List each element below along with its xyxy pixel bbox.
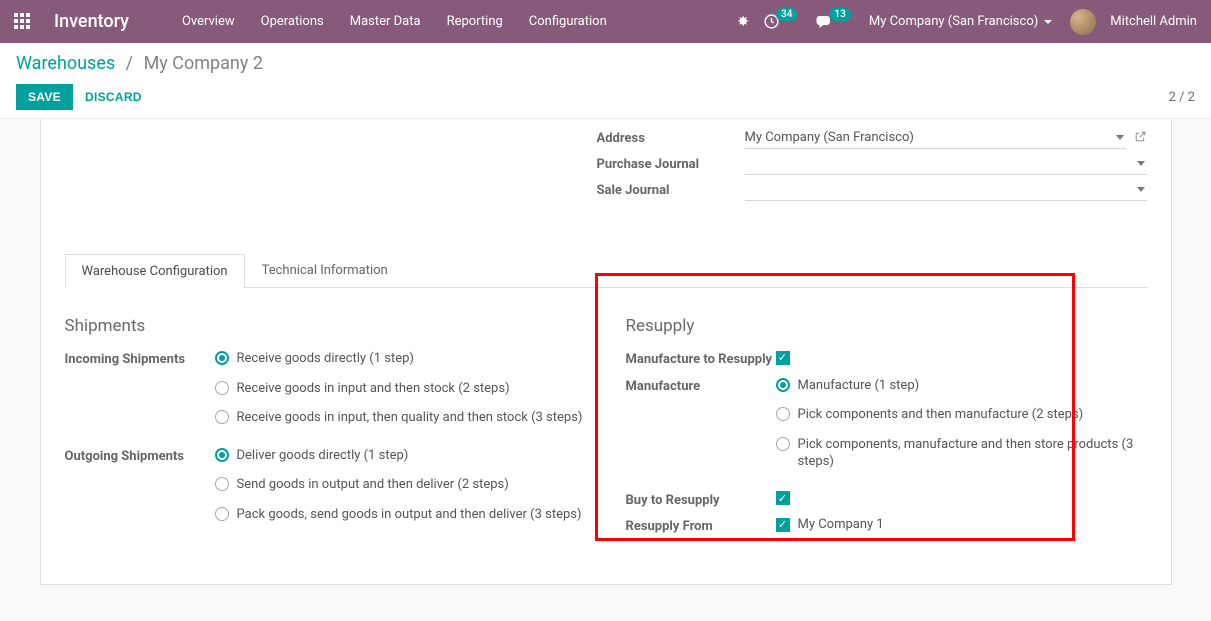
tab-warehouse-config[interactable]: Warehouse Configuration [65,254,245,288]
menu-configuration[interactable]: Configuration [516,14,620,29]
resupply-title: Resupply [626,316,1147,336]
top-nav: Inventory Overview Operations Master Dat… [0,0,1211,43]
avatar[interactable] [1070,9,1096,35]
purchase-journal-field[interactable] [745,153,1147,175]
menu-reporting[interactable]: Reporting [434,14,516,29]
activities-button[interactable]: 34 [763,13,801,30]
pager[interactable]: 2 / 2 [1169,90,1195,105]
outgoing-opt-1[interactable]: Deliver goods directly (1 step) [215,447,586,465]
external-link-button[interactable] [1134,130,1147,147]
main-menu: Overview Operations Master Data Reportin… [169,14,620,29]
buy-to-resupply-label: Buy to Resupply [626,491,776,510]
dropdown-caret-icon [1137,187,1145,192]
activities-badge: 34 [776,8,797,21]
radio-icon [215,351,229,365]
save-button[interactable]: SAVE [16,84,73,110]
username[interactable]: Mitchell Admin [1110,14,1197,29]
incoming-opt-3[interactable]: Receive goods in input, then quality and… [215,409,586,427]
outgoing-opt-3[interactable]: Pack goods, send goods in output and the… [215,506,586,524]
menu-operations[interactable]: Operations [248,14,337,29]
resupply-from-value: My Company 1 [798,517,884,532]
menu-master-data[interactable]: Master Data [337,14,434,29]
app-title: Inventory [54,11,129,32]
address-value: My Company (San Francisco) [745,130,914,145]
breadcrumb-root[interactable]: Warehouses [16,53,115,74]
radio-icon [776,437,790,451]
manufacture-to-resupply-label: Manufacture to Resupply [626,350,776,369]
shipments-title: Shipments [65,316,586,336]
incoming-opt-1[interactable]: Receive goods directly (1 step) [215,350,586,368]
shipments-column: Shipments Incoming Shipments Receive goo… [65,316,586,544]
breadcrumb-sep: / [126,53,133,74]
messages-badge: 13 [829,8,850,21]
radio-icon [776,407,790,421]
radio-icon [215,507,229,521]
outgoing-opt-2[interactable]: Send goods in output and then deliver (2… [215,476,586,494]
right-icons: ✸ 34 13 My Company (San Francisco) Mitch… [737,9,1197,35]
menu-overview[interactable]: Overview [169,14,248,29]
sale-journal-label: Sale Journal [597,183,745,198]
resupply-column: Resupply Manufacture to Resupply ✓ Manuf… [626,316,1147,544]
buy-to-resupply-checkbox[interactable]: ✓ [776,491,790,505]
external-link-icon [1134,130,1147,143]
debug-icon[interactable]: ✸ [737,14,749,30]
resupply-from-label: Resupply From [626,517,776,536]
outgoing-shipments-label: Outgoing Shipments [65,447,215,536]
manufacture-opt-1[interactable]: Manufacture (1 step) [776,377,1147,395]
manufacture-opt-3[interactable]: Pick components, manufacture and then st… [776,436,1147,471]
radio-icon [215,410,229,424]
manufacture-label: Manufacture [626,377,776,483]
breadcrumb: Warehouses / My Company 2 [16,53,1195,74]
purchase-journal-label: Purchase Journal [597,157,745,172]
radio-icon [776,378,790,392]
radio-icon [215,381,229,395]
form-sheet: Address My Company (San Francisco) Purch… [40,119,1172,585]
discard-button[interactable]: DISCARD [73,84,154,110]
caret-down-icon [1044,20,1052,24]
breadcrumb-current: My Company 2 [144,53,263,74]
address-label: Address [597,131,745,146]
dropdown-caret-icon [1116,135,1124,140]
company-switcher[interactable]: My Company (San Francisco) [869,14,1052,29]
tabs: Warehouse Configuration Technical Inform… [65,253,1147,288]
resupply-from-checkbox[interactable]: ✓ [776,518,790,532]
dropdown-caret-icon [1137,161,1145,166]
address-field[interactable]: My Company (San Francisco) [745,127,1126,149]
messages-button[interactable]: 13 [815,14,854,30]
control-bar: Warehouses / My Company 2 SAVE DISCARD 2… [0,43,1211,119]
sale-journal-field[interactable] [745,179,1147,201]
manufacture-opt-2[interactable]: Pick components and then manufacture (2 … [776,406,1147,424]
tab-technical-info[interactable]: Technical Information [245,253,405,287]
company-name: My Company (San Francisco) [869,14,1038,29]
radio-icon [215,477,229,491]
apps-icon[interactable] [14,13,32,31]
radio-icon [215,448,229,462]
manufacture-to-resupply-checkbox[interactable]: ✓ [776,351,790,365]
incoming-opt-2[interactable]: Receive goods in input and then stock (2… [215,380,586,398]
incoming-shipments-label: Incoming Shipments [65,350,215,439]
